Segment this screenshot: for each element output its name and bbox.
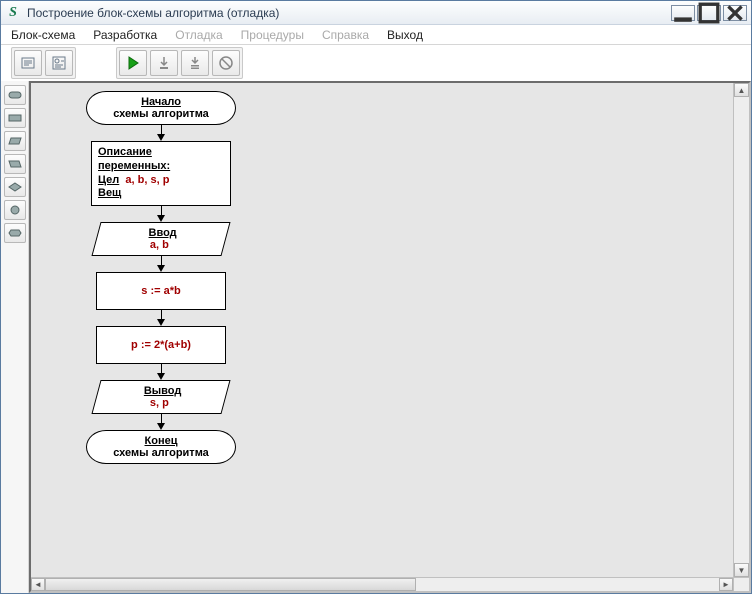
process1-expr: s := a*b [141, 285, 180, 297]
menu-development[interactable]: Разработка [93, 28, 157, 42]
step-to-cursor-button[interactable] [181, 50, 209, 76]
menu-exit[interactable]: Выход [387, 28, 423, 42]
toolbar [1, 45, 751, 81]
scroll-left-button[interactable]: ◄ [31, 578, 45, 591]
arrow [160, 414, 162, 430]
arrow [160, 206, 162, 222]
shape-palette [1, 81, 29, 593]
scroll-up-button[interactable]: ▲ [734, 83, 749, 97]
scroll-down-button[interactable]: ▼ [734, 563, 749, 577]
titlebar: S Построение блок-схемы алгоритма (отлад… [1, 1, 751, 25]
window-buttons [671, 5, 747, 21]
end-node[interactable]: Конец схемы алгоритма [86, 430, 236, 464]
step-into-button[interactable] [150, 50, 178, 76]
canvas-wrap: Начало схемы алгоритма Описание переменн… [29, 81, 751, 593]
process-node-1[interactable]: s := a*b [96, 272, 226, 310]
palette-terminator[interactable] [4, 85, 26, 105]
maximize-button[interactable] [697, 5, 721, 21]
menu-debug: Отладка [175, 28, 222, 42]
output-node[interactable]: Вывод s, p [91, 380, 230, 414]
palette-io-alt[interactable] [4, 154, 26, 174]
start-node[interactable]: Начало схемы алгоритма [86, 91, 236, 125]
hscroll-thumb[interactable] [45, 578, 416, 591]
arrow [160, 364, 162, 380]
decl-int-vars: a, b, s, p [125, 174, 169, 186]
close-button[interactable] [723, 5, 747, 21]
menu-procedures: Процедуры [241, 28, 304, 42]
output-title: Вывод [107, 385, 219, 397]
hscroll-track[interactable] [45, 578, 719, 591]
palette-loop[interactable] [4, 223, 26, 243]
process2-expr: p := 2*(a+b) [131, 339, 191, 351]
scroll-right-button[interactable]: ► [719, 578, 733, 591]
stop-button[interactable] [212, 50, 240, 76]
start-line1: Начало [95, 96, 227, 108]
edit-scheme-button[interactable] [14, 50, 42, 76]
palette-io[interactable] [4, 131, 26, 151]
flowchart-canvas[interactable]: Начало схемы алгоритма Описание переменн… [31, 83, 733, 577]
output-vars: s, p [103, 397, 215, 409]
palette-process[interactable] [4, 108, 26, 128]
flowchart: Начало схемы алгоритма Описание переменн… [31, 83, 261, 464]
arrow [160, 125, 162, 141]
minimize-button[interactable] [671, 5, 695, 21]
input-node[interactable]: Ввод a, b [91, 222, 230, 256]
end-line2: схемы алгоритма [95, 447, 227, 459]
toolbar-group-run [116, 47, 243, 79]
view-scheme-button[interactable] [45, 50, 73, 76]
scrollbar-corner [733, 577, 749, 591]
palette-decision[interactable] [4, 177, 26, 197]
run-button[interactable] [119, 50, 147, 76]
horizontal-scrollbar[interactable]: ◄ ► [31, 577, 733, 591]
input-title: Ввод [107, 227, 219, 239]
start-line2: схемы алгоритма [95, 108, 227, 120]
toolbar-group-edit [11, 47, 76, 79]
vscroll-track[interactable] [734, 97, 749, 563]
decl-header: Описание переменных: [98, 146, 224, 174]
decl-real-label: Вещ [98, 187, 121, 199]
input-vars: a, b [103, 239, 215, 251]
palette-connector[interactable] [4, 200, 26, 220]
window-title: Построение блок-схемы алгоритма (отладка… [27, 6, 665, 20]
menu-help: Справка [322, 28, 369, 42]
menubar: Блок-схема Разработка Отладка Процедуры … [1, 25, 751, 45]
end-line1: Конец [95, 435, 227, 447]
decl-int-label: Цел [98, 174, 119, 186]
content-area: Начало схемы алгоритма Описание переменн… [1, 81, 751, 593]
process-node-2[interactable]: p := 2*(a+b) [96, 326, 226, 364]
arrow [160, 256, 162, 272]
declarations-node[interactable]: Описание переменных: Цел a, b, s, p Вещ [91, 141, 231, 206]
vertical-scrollbar[interactable]: ▲ ▼ [733, 83, 749, 577]
app-icon: S [5, 5, 21, 21]
arrow [160, 310, 162, 326]
menu-block-scheme[interactable]: Блок-схема [11, 28, 75, 42]
